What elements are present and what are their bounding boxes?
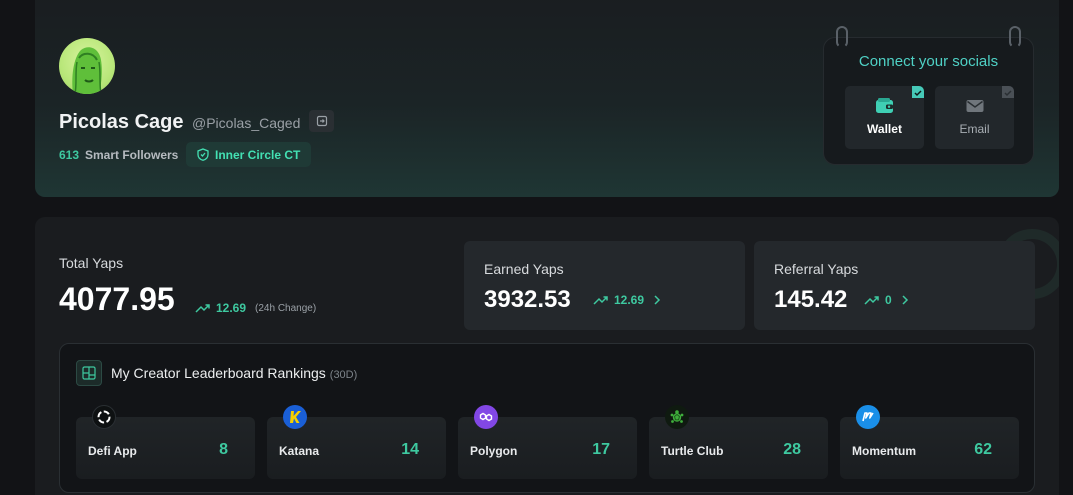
defi-app-logo <box>92 405 116 429</box>
rank-tile-katana[interactable]: Katana 14 <box>267 405 446 479</box>
wallet-icon <box>875 98 893 113</box>
email-label: Email <box>959 122 990 136</box>
referral-yaps-label: Referral Yaps <box>774 261 859 277</box>
rank-name: Polygon <box>470 444 518 458</box>
chevron-right-icon[interactable] <box>900 294 910 306</box>
profile-name: Picolas Cage <box>59 111 184 133</box>
rankings-title-text: My Creator Leaderboard Rankings <box>111 365 326 381</box>
rank-name: Momentum <box>852 444 916 458</box>
rank-name: Katana <box>279 444 320 458</box>
referral-yaps-value: 145.42 <box>774 286 848 313</box>
yaps-stats-card: Total Yaps 4077.95 12.69 (24h Change) Ea… <box>35 217 1059 495</box>
profile-handle[interactable]: @Picolas_Caged <box>192 115 300 131</box>
momentum-logo <box>856 405 880 429</box>
rankings-period: (30D) <box>329 369 358 381</box>
trend-up-icon <box>593 296 608 305</box>
referral-change-value: 0 <box>885 293 892 307</box>
email-connect-button[interactable]: Email <box>935 86 1014 149</box>
rank-number: 28 <box>783 441 801 458</box>
leaderboard-rankings-panel: My Creator Leaderboard Rankings (30D) Def… <box>59 343 1035 493</box>
polygon-logo <box>474 405 498 429</box>
earned-yaps-value: 3932.53 <box>484 286 571 313</box>
rank-number: 8 <box>219 441 228 458</box>
binder-ring-left <box>836 26 848 48</box>
total-yaps-change: 12.69 (24h Change) <box>195 301 316 315</box>
inner-circle-badge[interactable]: Inner Circle CT <box>186 142 311 167</box>
earned-yaps-label: Earned Yaps <box>484 261 564 277</box>
connect-socials-card: Connect your socials Wallet Email <box>823 26 1034 165</box>
trend-up-icon <box>864 296 879 305</box>
rank-name: Turtle Club <box>661 444 724 458</box>
trend-up-icon <box>195 304 210 313</box>
chevron-right-icon[interactable] <box>652 294 662 306</box>
katana-logo <box>283 405 307 429</box>
turtle-club-logo <box>665 405 689 429</box>
earned-change-value: 12.69 <box>614 293 645 307</box>
change-note: (24h Change) <box>255 302 317 314</box>
rank-tile-defi-app[interactable]: Defi App 8 <box>76 405 255 479</box>
rank-tile-momentum[interactable]: Momentum 62 <box>840 405 1019 479</box>
rank-tile-polygon[interactable]: Polygon 17 <box>458 405 637 479</box>
rank-tile-turtle-club[interactable]: Turtle Club 28 <box>649 405 828 479</box>
check-icon <box>912 86 924 98</box>
rank-number: 62 <box>974 441 992 458</box>
total-yaps-label: Total Yaps <box>59 255 124 271</box>
rank-number: 17 <box>592 441 610 458</box>
rank-number: 14 <box>401 441 419 458</box>
total-yaps-value: 4077.95 <box>59 281 175 317</box>
disconnect-account-button[interactable] <box>309 110 334 132</box>
rank-name: Defi App <box>88 444 137 458</box>
earned-yaps-card[interactable]: Earned Yaps 3932.53 12.69 <box>464 241 745 330</box>
rankings-title: My Creator Leaderboard Rankings (30D) <box>111 365 357 381</box>
mail-icon <box>966 100 983 112</box>
wallet-label: Wallet <box>867 122 902 136</box>
avatar[interactable] <box>59 38 115 94</box>
unchecked-corner-icon <box>1002 86 1014 98</box>
referral-yaps-change: 0 <box>864 293 910 307</box>
total-change-value: 12.69 <box>216 301 247 315</box>
badge-label: Inner Circle CT <box>215 147 301 162</box>
layout-grid-icon <box>76 360 102 386</box>
logout-icon <box>316 115 327 127</box>
smart-followers-label: Smart Followers <box>85 148 179 162</box>
smart-followers-count: 613 <box>59 148 80 162</box>
wallet-connect-button[interactable]: Wallet <box>845 86 924 149</box>
binder-ring-right <box>1009 26 1021 48</box>
referral-yaps-card[interactable]: Referral Yaps 145.42 0 <box>754 241 1035 330</box>
shield-icon <box>197 148 209 161</box>
earned-yaps-change: 12.69 <box>593 293 662 307</box>
socials-title: Connect your socials <box>858 53 999 70</box>
